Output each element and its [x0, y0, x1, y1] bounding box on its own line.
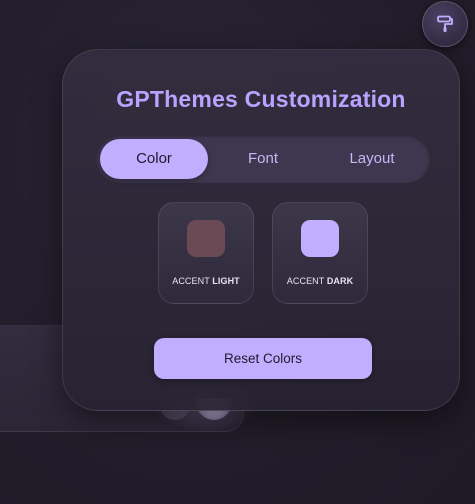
customization-panel: GPThemes Customization Color Font Layout… [62, 49, 460, 411]
paint-roller-icon [437, 15, 453, 32]
tab-font[interactable]: Font [208, 139, 318, 179]
accent-dark-label-emphasis: DARK [326, 276, 354, 286]
accent-light-swatch[interactable] [187, 220, 225, 257]
accent-dark-label: ACCENT DARK [273, 276, 367, 286]
customization-toggle-button[interactable] [422, 1, 468, 47]
accent-light-label: ACCENT LIGHT [159, 276, 253, 286]
tab-layout[interactable]: Layout [318, 139, 426, 179]
accent-dark-swatch[interactable] [301, 220, 339, 257]
accent-dark-label-prefix: ACCENT [286, 276, 327, 286]
tab-bar: Color Font Layout [96, 135, 430, 183]
accent-dark-card[interactable]: ACCENT DARK [272, 202, 368, 304]
tab-color[interactable]: Color [100, 139, 208, 179]
reset-colors-button[interactable]: Reset Colors [154, 338, 372, 379]
panel-title: GPThemes Customization [116, 86, 406, 112]
accent-light-label-emphasis: LIGHT [212, 276, 240, 286]
accent-light-card[interactable]: ACCENT LIGHT [158, 202, 254, 304]
app-stage: GPThemes Customization Color Font Layout… [0, 0, 475, 504]
accent-light-label-prefix: ACCENT [172, 276, 213, 286]
